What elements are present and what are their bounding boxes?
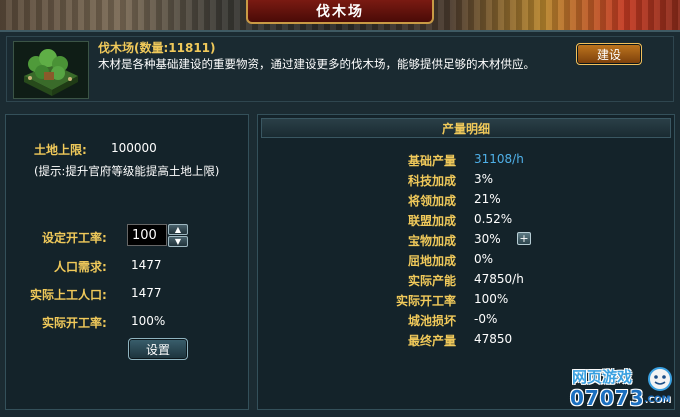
work-rate-label: 设定开工率: (42, 231, 107, 245)
row-label: 将领加成 (408, 194, 457, 208)
row-value: 47850/h (474, 272, 524, 286)
site-watermark-logo: 网页游戏 07073 .COM (566, 364, 678, 414)
actual-rate-label: 实际开工率: (42, 316, 107, 330)
building-description: 木材是各种基础建设的重要物资，通过建设更多的伐木场，能够提供足够的木材供应。 (98, 57, 535, 71)
actual-workers-label: 实际上工人口: (30, 288, 107, 302)
settings-panel (5, 114, 249, 410)
row-label: 实际产能 (408, 274, 457, 288)
row-label: 宝物加成 (408, 234, 457, 248)
watermark-line1: 网页游戏 (572, 368, 633, 386)
land-limit-value: 100000 (111, 141, 157, 155)
building-name: 伐木场(数量:11811) (98, 41, 216, 55)
actual-workers-value: 1477 (131, 286, 162, 300)
watermark-suffix: .COM (644, 395, 671, 405)
row-value: 30% (474, 232, 501, 246)
work-rate-input[interactable]: 100 (127, 224, 167, 246)
plus-icon[interactable]: + (517, 232, 531, 245)
increase-arrow-icon[interactable]: ▲ (168, 224, 188, 235)
population-need-label: 人口需求: (54, 260, 107, 274)
decrease-arrow-icon[interactable]: ▼ (168, 236, 188, 247)
row-label: 基础产量 (408, 154, 457, 168)
set-button[interactable]: 设置 (128, 338, 188, 360)
lumber-mill-image (13, 41, 89, 99)
row-label: 科技加成 (408, 174, 457, 188)
row-value: 0% (474, 252, 494, 266)
row-label: 城池损坏 (408, 314, 457, 328)
window-title: 伐木场 (246, 0, 434, 24)
row-value: 31108/h (474, 152, 524, 166)
row-value: 21% (474, 192, 501, 206)
row-value: 3% (474, 172, 494, 186)
row-value: 47850 (474, 332, 513, 346)
land-limit-label: 土地上限: (34, 143, 87, 157)
row-value: -0% (474, 312, 498, 326)
row-label: 实际开工率 (396, 294, 457, 308)
build-button[interactable]: 建设 (576, 43, 642, 65)
row-label: 屈地加成 (408, 254, 457, 268)
population-need-value: 1477 (131, 258, 162, 272)
row-label: 最终产量 (408, 334, 457, 348)
row-value: 0.52% (474, 212, 513, 226)
actual-rate-value: 100% (131, 314, 166, 328)
row-value: 100% (474, 292, 509, 306)
output-detail-title: 产量明细 (261, 118, 671, 138)
row-label: 联盟加成 (408, 214, 457, 228)
watermark-line2: 07073 (570, 386, 645, 410)
land-limit-hint: (提示:提升官府等级能提高土地上限) (34, 164, 220, 178)
